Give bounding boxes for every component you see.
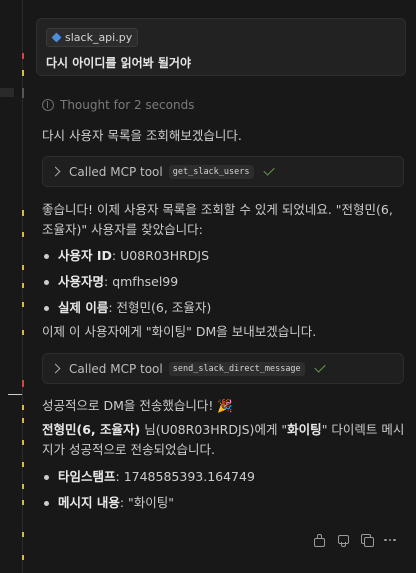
- gutter-marker: [22, 70, 24, 76]
- tool-call-get-slack-users[interactable]: Called MCP tool get_slack_users: [42, 156, 404, 187]
- user-info-list: 사용자 ID: U08R03HRDJS 사용자명: qmfhsel99 실제 이…: [42, 246, 211, 324]
- list-item-value: : 전형민(6, 조율자): [108, 300, 212, 315]
- list-item-key: 실제 이름: [58, 300, 109, 315]
- assistant-paragraph: 이제 이 사용자에게 "화이팅" DM을 보내보겠습니다.: [42, 324, 317, 339]
- check-icon: [262, 164, 275, 176]
- paragraph-line: 좋습니다! 이제 사용자 목록을 조회할 수 있게 되었네요. "전형민(6,: [42, 202, 393, 217]
- copy-icon[interactable]: [360, 533, 374, 547]
- paragraph-line: 전형민(6, 조율자) 님(U08R03HRDJS)에게 "화이팅" 다이렉트 …: [42, 420, 404, 440]
- gutter-marker: [22, 440, 24, 445]
- thought-label: Thought for 2 seconds: [60, 98, 195, 112]
- text-span: " 다이렉트 메시: [321, 422, 405, 437]
- gutter-marker: [22, 210, 24, 216]
- gutter-marker: [22, 380, 24, 387]
- list-item-value: : "화이팅": [119, 495, 175, 510]
- tool-name-chip: get_slack_users: [168, 164, 254, 179]
- gutter-marker: [22, 302, 24, 307]
- assistant-paragraph: 좋습니다! 이제 사용자 목록을 조회할 수 있게 되었네요. "전형민(6, …: [42, 200, 393, 240]
- user-message-text: 다시 아이디를 읽어봐 될거야: [46, 56, 192, 70]
- gutter-marker: [22, 500, 24, 505]
- message-content: 화이팅: [287, 422, 322, 437]
- gutter-marker: [22, 555, 24, 560]
- tool-name-chip: send_slack_direct_message: [168, 361, 305, 376]
- gutter-marker: [22, 232, 24, 237]
- assistant-paragraph: 전형민(6, 조율자) 님(U08R03HRDJS)에게 "화이팅" 다이렉트 …: [42, 420, 404, 460]
- gutter-marker: [22, 418, 24, 423]
- message-actions: [312, 533, 398, 547]
- recipient-name: 전형민(6, 조율자): [42, 422, 141, 437]
- gutter-marker: [22, 53, 24, 59]
- brain-icon: [42, 99, 54, 111]
- list-item: 메시지 내용: "화이팅": [42, 493, 255, 519]
- list-item: 사용자 ID: U08R03HRDJS: [42, 246, 211, 272]
- user-message[interactable]: slack_api.py 다시 아이디를 읽어봐 될거야: [36, 18, 406, 76]
- tool-call-label: Called MCP tool: [69, 361, 163, 376]
- gutter-marker: [22, 484, 24, 489]
- gutter-highlight: [0, 88, 14, 97]
- chevron-right-icon: [50, 363, 61, 374]
- more-options-icon[interactable]: [384, 533, 398, 547]
- gutter-marker: [22, 88, 24, 98]
- file-chip-label: slack_api.py: [65, 31, 133, 44]
- tool-call-label: Called MCP tool: [69, 164, 163, 179]
- thumbs-down-icon[interactable]: [336, 533, 350, 547]
- list-item-key: 사용자명: [58, 274, 105, 289]
- list-item-key: 사용자 ID: [58, 248, 112, 263]
- result-info-list: 타임스탬프: 1748585393.164749 메시지 내용: "화이팅": [42, 467, 255, 519]
- python-file-icon: [52, 33, 61, 42]
- gutter-marker: [22, 462, 24, 467]
- file-context-chip[interactable]: slack_api.py: [46, 28, 139, 47]
- chevron-right-icon: [50, 166, 61, 177]
- text-span: 님(U08R03HRDJS)에게 ": [140, 422, 288, 437]
- assistant-paragraph: 다시 사용자 목록을 조회해보겠습니다.: [42, 128, 242, 143]
- editor-gutter: [0, 0, 26, 573]
- gutter-cursor-line: [8, 394, 22, 395]
- tool-call-send-slack-dm[interactable]: Called MCP tool send_slack_direct_messag…: [42, 353, 404, 384]
- list-item: 실제 이름: 전형민(6, 조율자): [42, 298, 211, 324]
- list-item-key: 메시지 내용: [58, 495, 120, 510]
- list-item: 사용자명: qmfhsel99: [42, 272, 211, 298]
- gutter-marker: [22, 265, 24, 270]
- thumbs-up-icon[interactable]: [312, 533, 326, 547]
- list-item-value: : qmfhsel99: [104, 274, 179, 289]
- paragraph-line: 지가 성공적으로 전송되었습니다.: [42, 442, 215, 457]
- list-item: 타임스탬프: 1748585393.164749: [42, 467, 255, 493]
- list-item-value: : U08R03HRDJS: [111, 248, 210, 263]
- paragraph-line: 조율자)" 사용자를 찾았습니다:: [42, 222, 203, 237]
- gutter-marker: [22, 532, 24, 537]
- thought-summary[interactable]: Thought for 2 seconds: [42, 98, 194, 112]
- assistant-paragraph: 성공적으로 DM을 전송했습니다! 🎉: [42, 398, 233, 413]
- gutter-marker: [22, 330, 24, 335]
- gutter-marker: [22, 405, 24, 410]
- check-icon: [314, 361, 326, 373]
- gutter-marker: [22, 283, 24, 288]
- list-item-key: 타임스탬프: [58, 469, 116, 484]
- list-item-value: : 1748585393.164749: [115, 469, 255, 484]
